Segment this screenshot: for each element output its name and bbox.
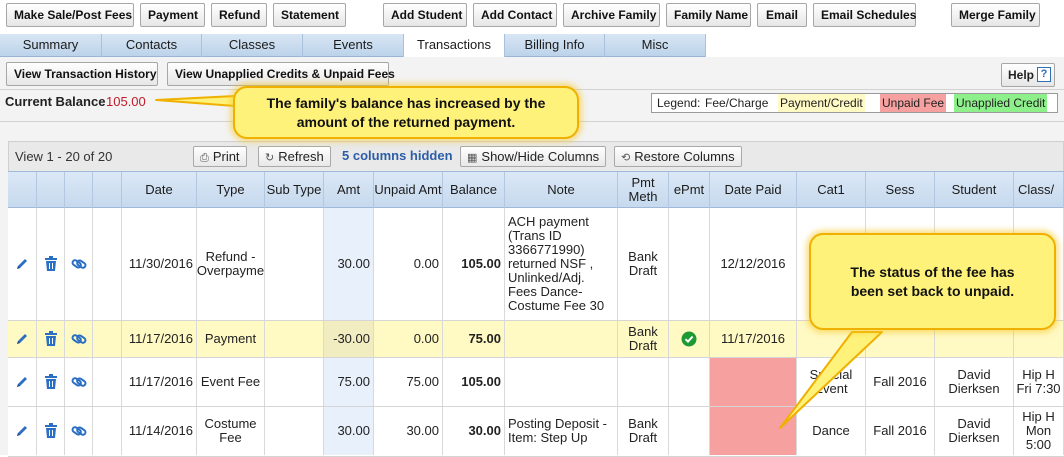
balance-callout: The family's balance has increased by th… [233,86,579,139]
unpaid-status-callout: The status of the fee has been set back … [809,233,1056,330]
callout-arrows [155,95,883,429]
